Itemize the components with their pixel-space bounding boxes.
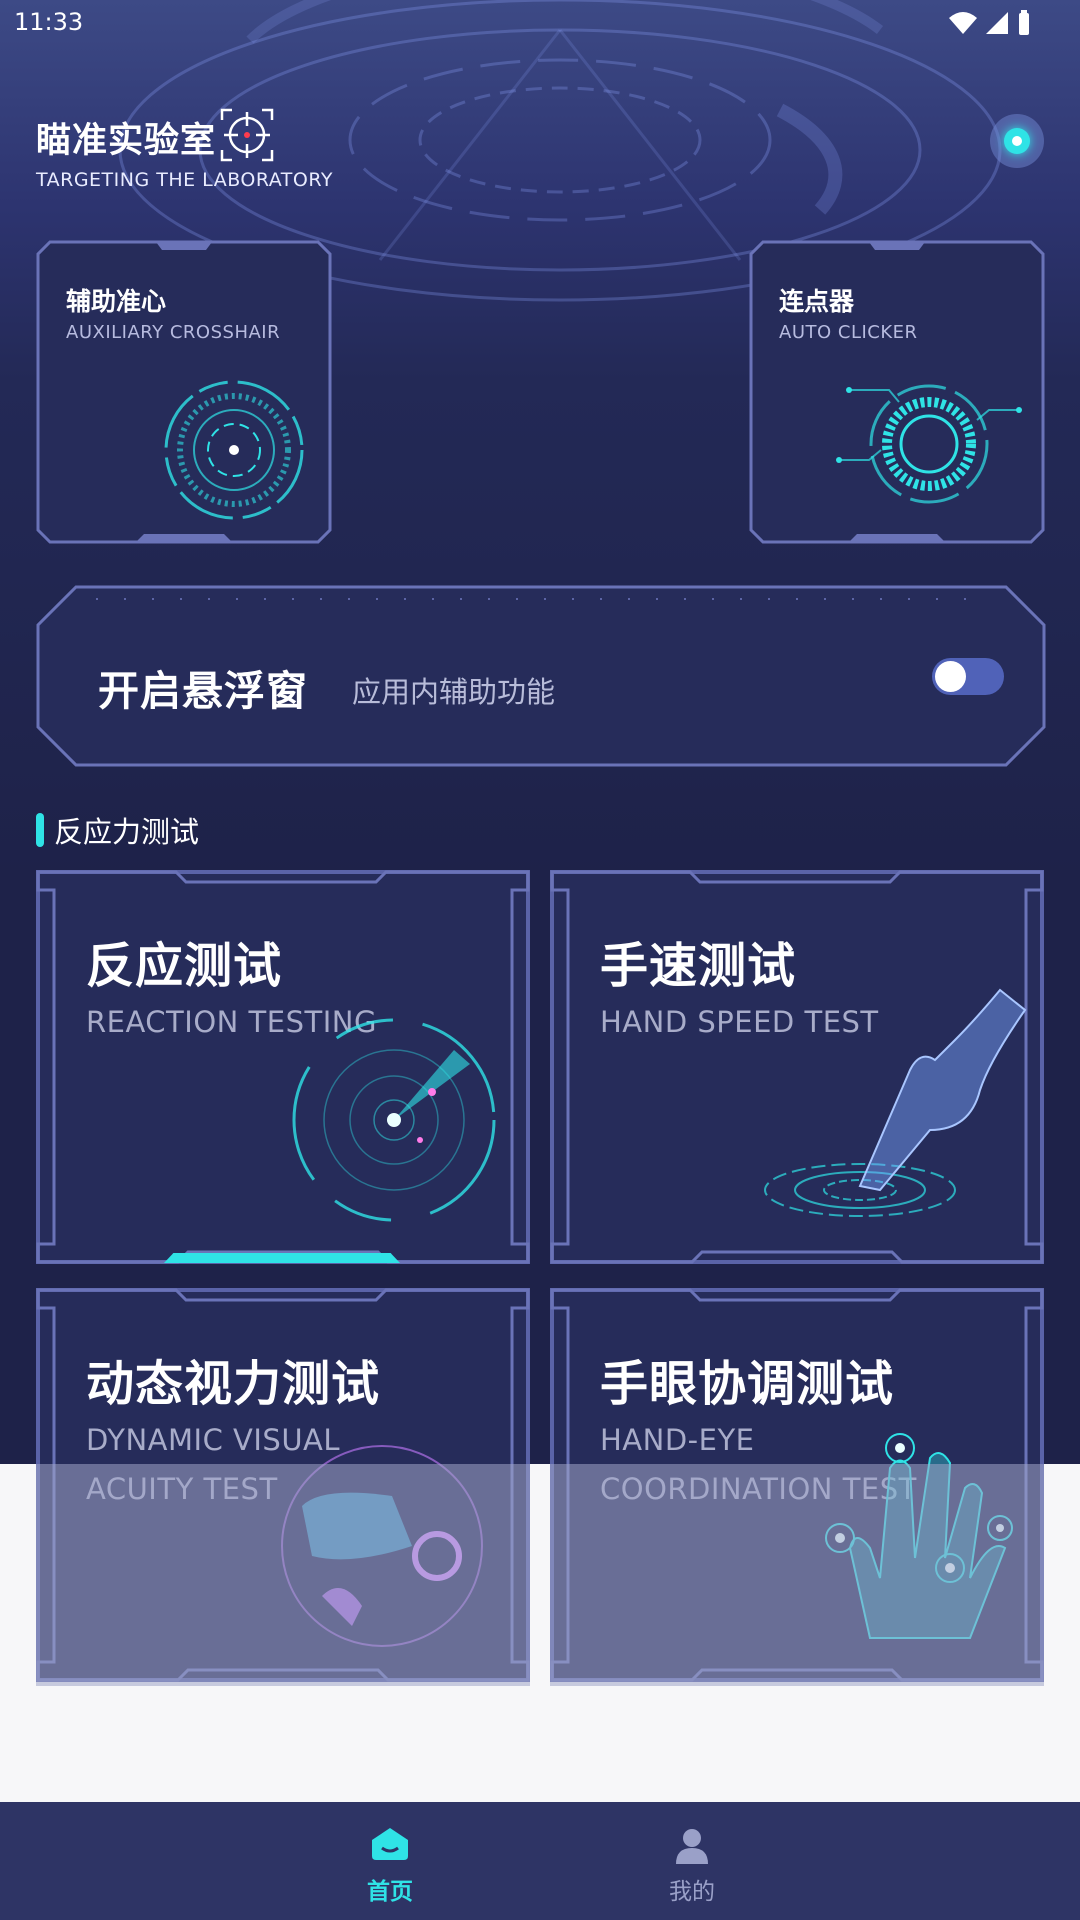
nav-label-profile: 我的 (669, 1879, 715, 1905)
bottom-navigation: 首页 我的 (0, 1802, 1080, 1920)
app-root: 11:33 瞄准实验室 TARGETING THE LABORATORY 辅助准… (0, 0, 1080, 1920)
tool-title: 连点器 (779, 287, 855, 316)
app-subtitle: TARGETING THE LABORATORY (36, 169, 333, 191)
vr-headset-icon (281, 1445, 483, 1647)
crosshair-logo-icon (220, 108, 274, 162)
floating-window-title: 开启悬浮窗 (98, 667, 308, 715)
app-logo: 瞄准实验室 TARGETING THE LABORATORY (36, 108, 333, 191)
test-card-hand-speed[interactable]: 手速测试 HAND SPEED TEST (550, 870, 1044, 1264)
test-title: 手眼协调测试 (600, 1356, 895, 1412)
radar-icon (292, 1018, 496, 1222)
settings-button[interactable] (990, 114, 1044, 168)
nav-item-home[interactable]: 首页 (290, 1816, 490, 1910)
crosshair-icon (164, 380, 304, 520)
app-title: 瞄准实验室 (36, 121, 217, 161)
status-time: 11:33 (14, 8, 84, 36)
test-title: 动态视力测试 (86, 1356, 381, 1412)
status-bar: 11:33 (0, 0, 1080, 48)
tool-card-auto-clicker[interactable]: 连点器 AUTO CLICKER (749, 240, 1045, 544)
section-marker (36, 813, 44, 847)
active-card-indicator (164, 1253, 400, 1263)
settings-icon (1004, 128, 1030, 154)
test-card-dynamic-visual-acuity[interactable]: 动态视力测试 DYNAMIC VISUAL ACUITY TEST (36, 1288, 530, 1682)
home-icon (372, 1828, 408, 1860)
auto-clicker-icon (836, 384, 1022, 504)
tool-subtitle: AUTO CLICKER (779, 322, 918, 343)
tool-subtitle: AUXILIARY CROSSHAIR (66, 322, 281, 343)
section-title: 反应力测试 (54, 815, 200, 849)
hand-eye-icon (825, 1433, 1013, 1639)
floating-window-subtitle: 应用内辅助功能 (352, 675, 556, 709)
finger-tap-icon (764, 988, 1027, 1217)
tool-card-auxiliary-crosshair[interactable]: 辅助准心 AUXILIARY CROSSHAIR (36, 240, 332, 544)
test-card-reaction[interactable]: 反应测试 REACTION TESTING (36, 870, 530, 1264)
test-title: 反应测试 (86, 938, 283, 994)
nav-label-home: 首页 (367, 1879, 413, 1905)
floating-window-panel: 开启悬浮窗 应用内辅助功能 (36, 585, 1046, 767)
toggle-knob (935, 661, 966, 692)
system-icons (948, 8, 1032, 38)
nav-item-profile[interactable]: 我的 (592, 1816, 792, 1910)
section-header: 反应力测试 (36, 812, 200, 849)
tool-title: 辅助准心 (66, 287, 167, 316)
test-card-hand-eye-coordination[interactable]: 手眼协调测试 HAND-EYE COORDINATION TEST (550, 1288, 1044, 1682)
battery-icon (1019, 10, 1029, 35)
signal-icon (986, 12, 1008, 34)
floating-window-toggle[interactable] (932, 658, 1004, 695)
wifi-icon (949, 12, 977, 34)
profile-icon (676, 1829, 708, 1864)
